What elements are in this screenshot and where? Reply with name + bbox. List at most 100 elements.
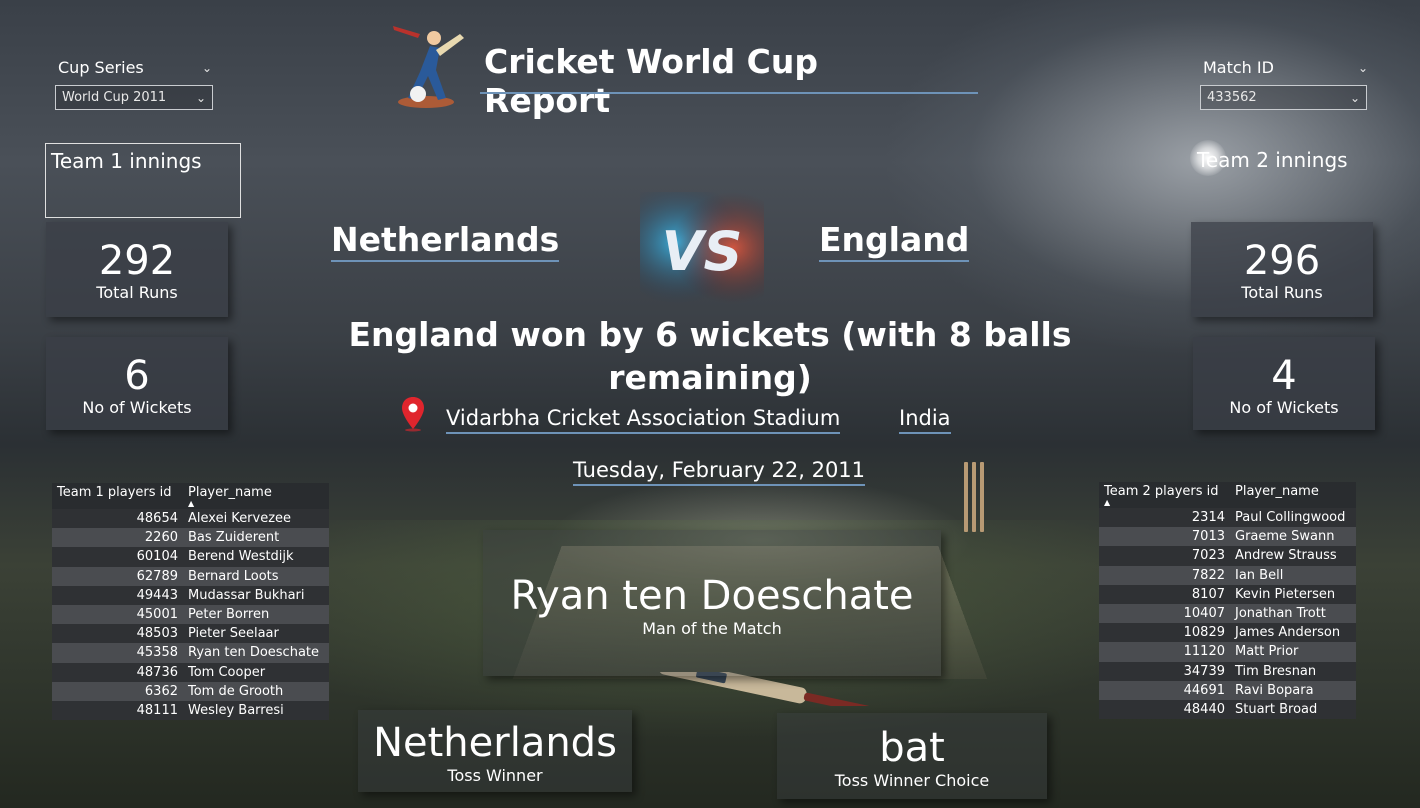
chevron-down-icon: ⌄ bbox=[1349, 90, 1360, 105]
table-row[interactable]: 6362 Tom de Grooth bbox=[52, 681, 329, 701]
toss-winner-card: Netherlands Toss Winner bbox=[358, 710, 632, 792]
team2-wickets: 4 bbox=[1271, 353, 1297, 399]
player-id-cell: 6362 bbox=[52, 681, 183, 701]
page-title: Cricket World Cup Report bbox=[484, 42, 818, 120]
chevron-down-icon[interactable]: ⌄ bbox=[202, 61, 212, 75]
table-row[interactable]: 34739 Tim Bresnan bbox=[1099, 661, 1356, 681]
table-row[interactable]: 48503 Pieter Seelaar bbox=[52, 624, 329, 644]
table-row[interactable]: 48736 Tom Cooper bbox=[52, 662, 329, 682]
team2-total-runs-label: Total Runs bbox=[1241, 283, 1323, 302]
player-name-cell: Graeme Swann bbox=[1230, 527, 1356, 547]
team1-total-runs-card: 292 Total Runs bbox=[46, 222, 228, 317]
match-id-value: 433562 bbox=[1207, 90, 1257, 105]
team2-total-runs: 296 bbox=[1243, 238, 1321, 284]
man-of-match-label: Man of the Match bbox=[642, 619, 782, 638]
man-of-match-name: Ryan ten Doeschate bbox=[510, 573, 914, 619]
player-id-cell: 49443 bbox=[52, 585, 183, 605]
table-row[interactable]: 45358 Ryan ten Doeschate bbox=[52, 643, 329, 663]
team2-col-id[interactable]: Team 2 players id ▲ bbox=[1099, 482, 1230, 508]
player-id-cell: 34739 bbox=[1099, 661, 1230, 681]
table-row[interactable]: 48111 Wesley Barresi bbox=[52, 700, 329, 721]
player-id-cell: 8107 bbox=[1099, 584, 1230, 604]
table-row[interactable]: 7023 Andrew Strauss bbox=[1099, 546, 1356, 566]
table-row[interactable]: 10829 James Anderson bbox=[1099, 623, 1356, 643]
sort-asc-icon: ▲ bbox=[1104, 498, 1111, 507]
table-row[interactable]: 10407 Jonathan Trott bbox=[1099, 603, 1356, 624]
team2-players-table[interactable]: Team 2 players id ▲ Player_name 2314 Paul … bbox=[1099, 482, 1356, 720]
team1-players-table[interactable]: Team 1 players id Player_name ▲ 48654 Alex… bbox=[52, 483, 329, 721]
player-id-cell: 2314 bbox=[1099, 508, 1230, 528]
man-of-match-card: Ryan ten Doeschate Man of the Match bbox=[483, 530, 941, 676]
team1-name: Netherlands bbox=[331, 220, 560, 262]
team1-col-name[interactable]: Player_name ▲ bbox=[183, 483, 329, 509]
team2-innings-box: Team 2 innings bbox=[1197, 148, 1377, 172]
player-id-cell: 48736 bbox=[52, 662, 183, 682]
team1-wickets-card: 6 No of Wickets bbox=[46, 337, 228, 430]
venue-name: Vidarbha Cricket Association Stadium bbox=[446, 404, 841, 434]
player-name-cell: Wesley Barresi bbox=[183, 700, 329, 721]
table-row[interactable]: 7822 Ian Bell bbox=[1099, 565, 1356, 585]
table-row[interactable]: 8107 Kevin Pietersen bbox=[1099, 584, 1356, 604]
player-name-cell: Ian Bell bbox=[1230, 565, 1356, 585]
venue-country: India bbox=[899, 404, 951, 434]
table-row[interactable]: 2314 Paul Collingwood bbox=[1099, 508, 1356, 528]
player-name-cell: Bas Zuiderent bbox=[183, 528, 329, 548]
player-id-cell: 48503 bbox=[52, 624, 183, 644]
team1-innings-box: Team 1 innings bbox=[45, 143, 241, 218]
player-name-cell: Peter Borren bbox=[183, 604, 329, 625]
toss-choice-card: bat Toss Winner Choice bbox=[777, 713, 1047, 799]
player-id-cell: 48654 bbox=[52, 509, 183, 529]
toss-choice-label: Toss Winner Choice bbox=[834, 771, 990, 790]
table-row[interactable]: 48440 Stuart Broad bbox=[1099, 699, 1356, 720]
player-id-cell: 60104 bbox=[52, 547, 183, 567]
toss-choice-value: bat bbox=[879, 725, 945, 771]
table-row[interactable]: 44691 Ravi Bopara bbox=[1099, 680, 1356, 700]
match-id-slicer[interactable]: Match ID ⌄ bbox=[1203, 58, 1368, 77]
location-pin-icon bbox=[400, 396, 426, 432]
cup-series-value: World Cup 2011 bbox=[62, 90, 167, 105]
player-name-cell: Stuart Broad bbox=[1230, 699, 1356, 720]
team1-wickets-label: No of Wickets bbox=[82, 398, 192, 417]
toss-winner-value: Netherlands bbox=[373, 720, 617, 766]
player-id-cell: 10829 bbox=[1099, 623, 1230, 643]
table-row[interactable]: 60104 Berend Westdijk bbox=[52, 547, 329, 567]
player-name-cell: Tim Bresnan bbox=[1230, 661, 1356, 681]
table-row[interactable]: 11120 Matt Prior bbox=[1099, 642, 1356, 662]
chevron-down-icon[interactable]: ⌄ bbox=[1358, 61, 1368, 75]
team2-wickets-card: 4 No of Wickets bbox=[1193, 337, 1375, 430]
title-underline bbox=[480, 92, 978, 94]
bat-image bbox=[655, 658, 895, 717]
player-name-cell: Bernard Loots bbox=[183, 566, 329, 586]
player-id-cell: 2260 bbox=[52, 528, 183, 548]
team2-total-runs-card: 296 Total Runs bbox=[1191, 222, 1373, 317]
table-row[interactable]: 7013 Graeme Swann bbox=[1099, 527, 1356, 547]
cup-series-dropdown[interactable]: World Cup 2011 ⌄ bbox=[55, 85, 213, 110]
team2-col-name[interactable]: Player_name bbox=[1230, 482, 1356, 508]
player-name-cell: Paul Collingwood bbox=[1230, 508, 1356, 528]
player-id-cell: 7822 bbox=[1099, 565, 1230, 585]
player-name-cell: Berend Westdijk bbox=[183, 547, 329, 567]
player-name-cell: Matt Prior bbox=[1230, 642, 1356, 662]
player-name-cell: Jonathan Trott bbox=[1230, 603, 1356, 624]
cup-series-slicer[interactable]: Cup Series ⌄ bbox=[58, 58, 212, 77]
table-row[interactable]: 49443 Mudassar Bukhari bbox=[52, 585, 329, 605]
player-name-cell: Ravi Bopara bbox=[1230, 680, 1356, 700]
team1-col-id[interactable]: Team 1 players id bbox=[52, 483, 183, 509]
team1-table-body: 48654 Alexei Kervezee 2260 Bas Zuiderent 601… bbox=[52, 509, 329, 721]
team1-total-runs-label: Total Runs bbox=[96, 283, 178, 302]
cup-series-label: Cup Series bbox=[58, 58, 144, 77]
team2-wickets-label: No of Wickets bbox=[1229, 398, 1339, 417]
table-row[interactable]: 62789 Bernard Loots bbox=[52, 566, 329, 586]
player-id-cell: 45001 bbox=[52, 604, 183, 625]
player-name-cell: James Anderson bbox=[1230, 623, 1356, 643]
table-row[interactable]: 2260 Bas Zuiderent bbox=[52, 528, 329, 548]
player-id-cell: 10407 bbox=[1099, 603, 1230, 624]
stumps-image bbox=[964, 462, 986, 532]
player-name-cell: Kevin Pietersen bbox=[1230, 584, 1356, 604]
table-row[interactable]: 45001 Peter Borren bbox=[52, 604, 329, 625]
player-name-cell: Pieter Seelaar bbox=[183, 624, 329, 644]
team2-name: England bbox=[819, 220, 970, 262]
player-id-cell: 48440 bbox=[1099, 699, 1230, 720]
table-row[interactable]: 48654 Alexei Kervezee bbox=[52, 509, 329, 529]
match-id-dropdown[interactable]: 433562 ⌄ bbox=[1200, 85, 1367, 110]
